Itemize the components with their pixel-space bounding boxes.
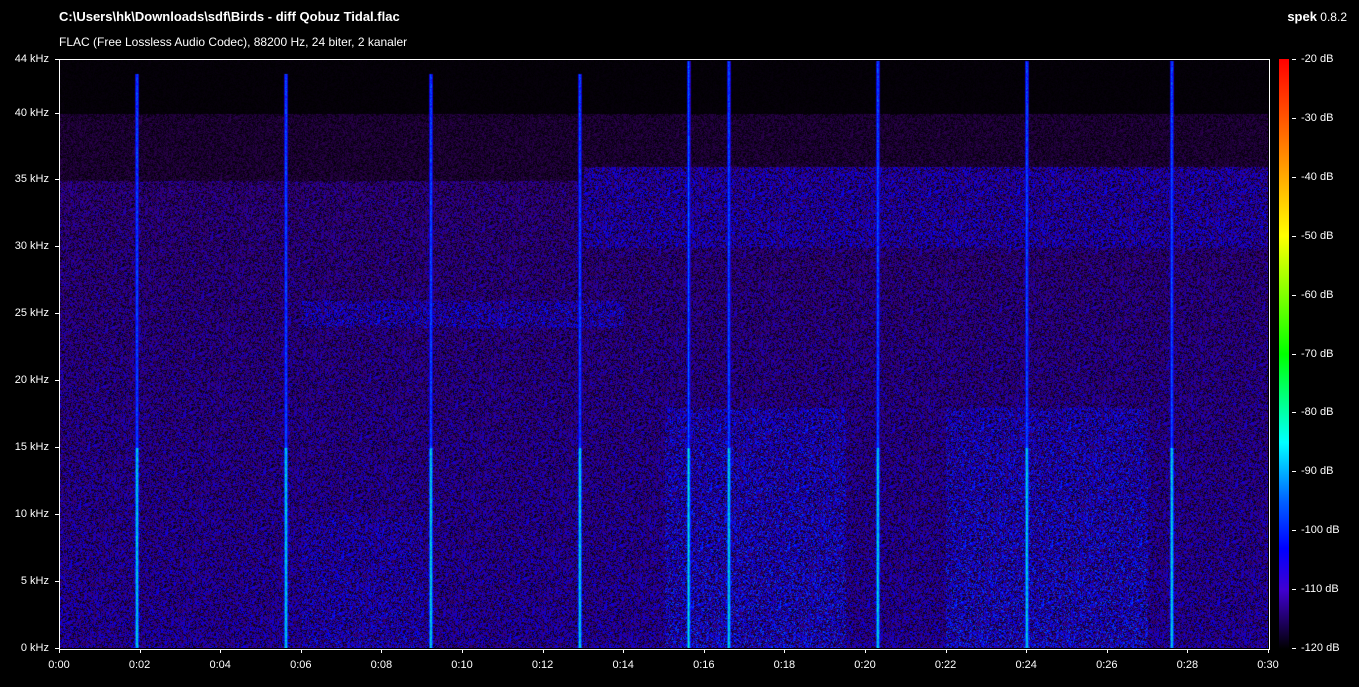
x-tick-mark [1106,649,1108,653]
x-tick-label: 0:26 [1096,659,1118,671]
y-tick-mark [55,447,59,449]
x-tick-label: 0:02 [128,659,151,671]
app-brand: spek 0.8.2 [1287,9,1347,24]
x-tick-label: 0:12 [531,659,554,671]
x-tick-label: 0:30 [1257,659,1279,671]
colorbar-tick-mark [1292,294,1296,296]
colorbar-tick-label: -20 dB [1301,53,1334,65]
colorbar-tick-mark [1292,235,1296,237]
x-tick-mark [623,649,625,653]
x-tick-mark [300,649,302,653]
y-tick-label: 40 kHz [14,106,49,119]
y-tick-label: 35 kHz [14,173,49,186]
y-tick-label: 0 kHz [20,642,49,654]
colorbar-tick-label: -40 dB [1301,170,1334,183]
colorbar-tick-label: -90 dB [1301,465,1334,478]
file-info: FLAC (Free Lossless Audio Codec), 88200 … [59,35,408,49]
x-tick-mark [784,649,786,653]
x-tick-mark [703,649,705,653]
x-tick-label: 0:22 [934,659,957,671]
x-tick-label: 0:14 [612,659,634,671]
color-scale-bar [1279,59,1289,649]
x-tick-mark [1187,649,1189,653]
colorbar-tick-label: -120 dB [1301,642,1340,654]
y-tick-label: 30 kHz [14,240,49,253]
x-tick-label: 0:08 [370,659,393,671]
colorbar-tick-mark [1292,648,1296,649]
y-tick-mark [55,581,59,583]
colorbar-tick-label: -110 dB [1301,583,1339,596]
app-name: spek [1287,9,1317,24]
y-tick-mark [55,179,59,181]
y-tick-label: 10 kHz [14,508,49,521]
x-tick-label: 0:16 [693,659,715,671]
colorbar-tick-mark [1292,176,1296,178]
y-tick-mark [55,246,59,248]
x-tick-label: 0:28 [1176,659,1199,671]
x-tick-mark [59,649,60,653]
x-tick-mark [542,649,544,653]
app-version: 0.8.2 [1320,10,1347,24]
x-tick-label: 0:10 [451,659,473,671]
colorbar-tick-mark [1292,471,1296,473]
colorbar-tick-mark [1292,117,1296,119]
y-tick-label: 44 kHz [14,53,49,65]
colorbar-tick-mark [1292,353,1296,355]
colorbar-tick-label: -30 dB [1301,111,1334,124]
x-tick-mark [1026,649,1028,653]
y-tick-label: 15 kHz [14,441,49,454]
x-tick-label: 0:04 [209,659,231,671]
file-title: C:\Users\hk\Downloads\sdf\Birds - diff Q… [59,9,400,24]
colorbar-tick-mark [1292,589,1296,591]
colorbar-tick-mark [1292,59,1296,60]
x-tick-mark [220,649,222,653]
y-tick-label: 20 kHz [14,374,49,387]
spectrogram [60,60,1268,648]
colorbar-tick-label: -100 dB [1301,524,1340,537]
x-tick-mark [139,649,141,653]
x-tick-mark [381,649,383,653]
y-tick-label: 5 kHz [20,575,49,588]
x-tick-mark [945,649,947,653]
colorbar-tick-label: -60 dB [1301,288,1334,301]
colorbar-tick-mark [1292,530,1296,532]
x-tick-label: 0:06 [290,659,312,671]
x-tick-label: 0:20 [854,659,876,671]
colorbar-tick-label: -80 dB [1301,406,1334,419]
y-tick-mark [55,112,59,114]
x-tick-mark [865,649,866,653]
x-tick-mark [462,649,463,653]
x-tick-mark [1268,649,1269,653]
x-tick-label: 0:18 [773,659,796,671]
y-tick-label: 25 kHz [14,307,49,320]
y-tick-mark [55,313,59,315]
colorbar-tick-label: -50 dB [1301,229,1334,242]
x-tick-label: 0:24 [1015,659,1037,671]
y-tick-mark [55,59,59,60]
colorbar-tick-label: -70 dB [1301,347,1334,360]
y-tick-mark [55,380,59,382]
y-tick-mark [55,514,59,516]
x-tick-label: 0:00 [48,659,70,671]
colorbar-tick-mark [1292,412,1296,414]
